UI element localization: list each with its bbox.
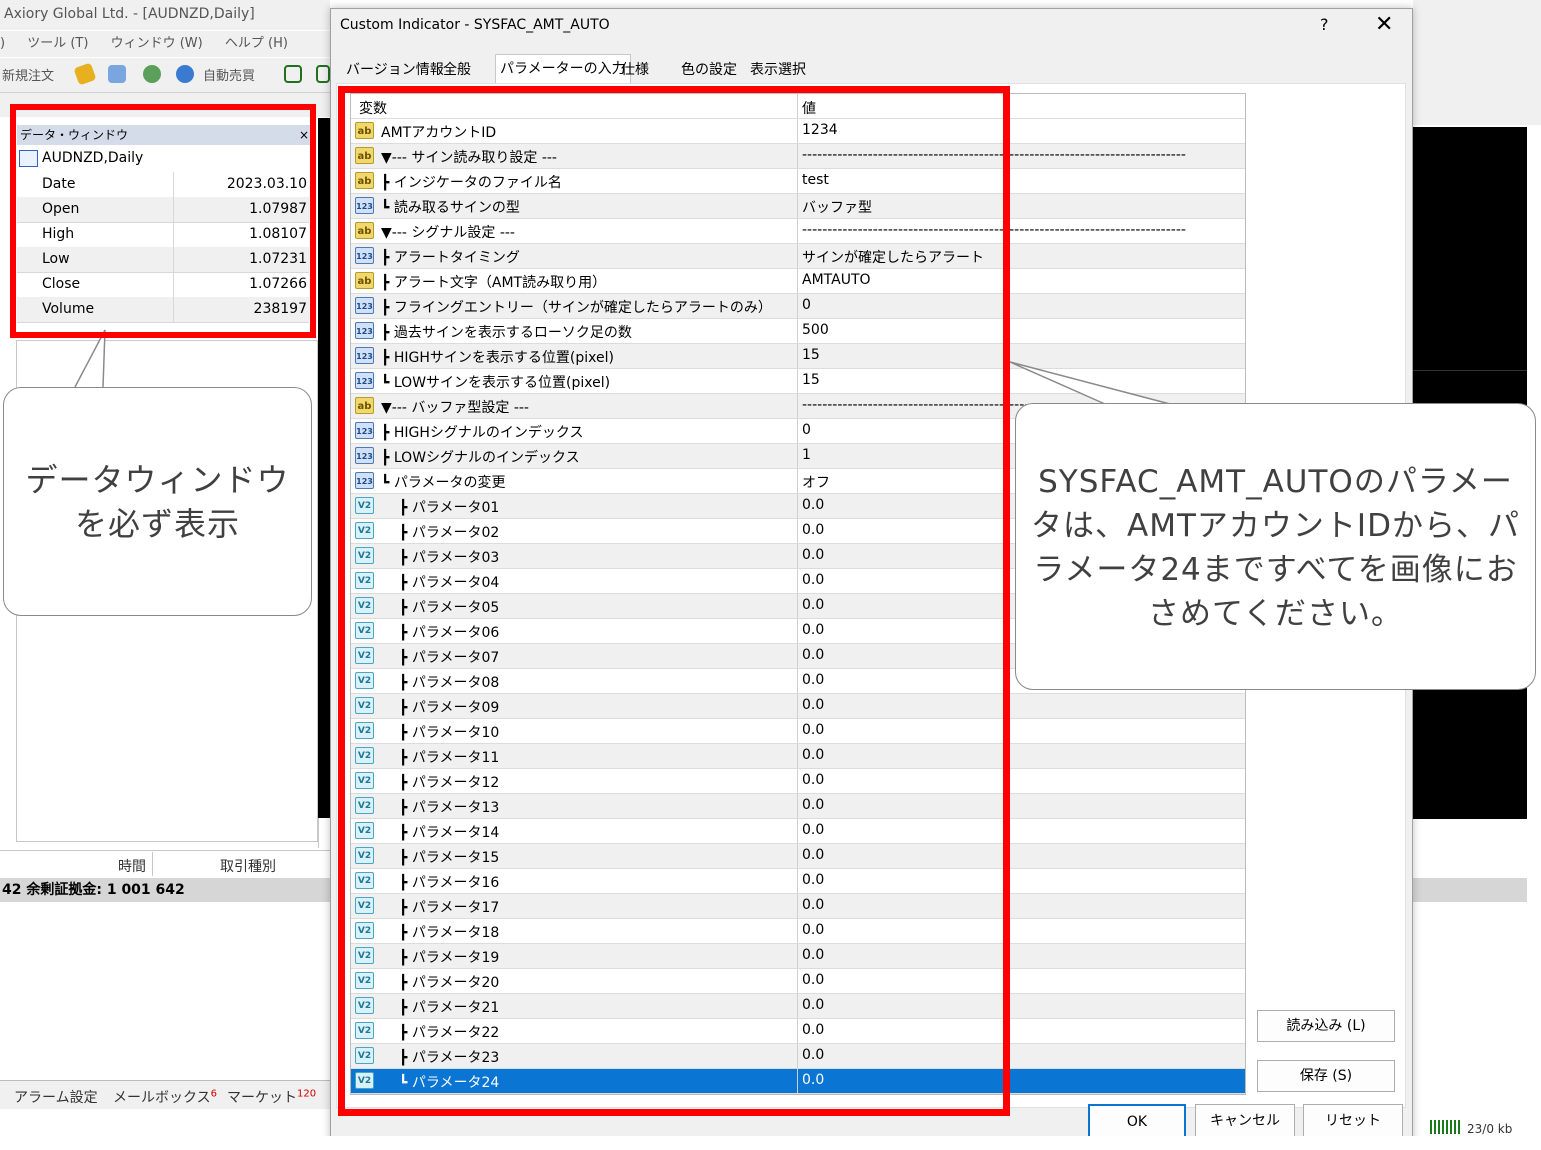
callout-parameters: SYSFAC_AMT_AUTOのパラメータは、AMTアカウントIDから、パラメー…: [1015, 403, 1536, 690]
highlight-frame-data-window: [10, 104, 316, 338]
callout-text: データウィンドウ を必ず表示: [25, 461, 290, 543]
callout-data-window: データウィンドウ を必ず表示: [3, 387, 312, 616]
highlight-frame-parameters: [338, 86, 1010, 1116]
callout-text: SYSFAC_AMT_AUTOのパラメータは、AMTアカウントIDから、パラメー…: [1031, 464, 1520, 632]
taskbar: [0, 1136, 1541, 1150]
